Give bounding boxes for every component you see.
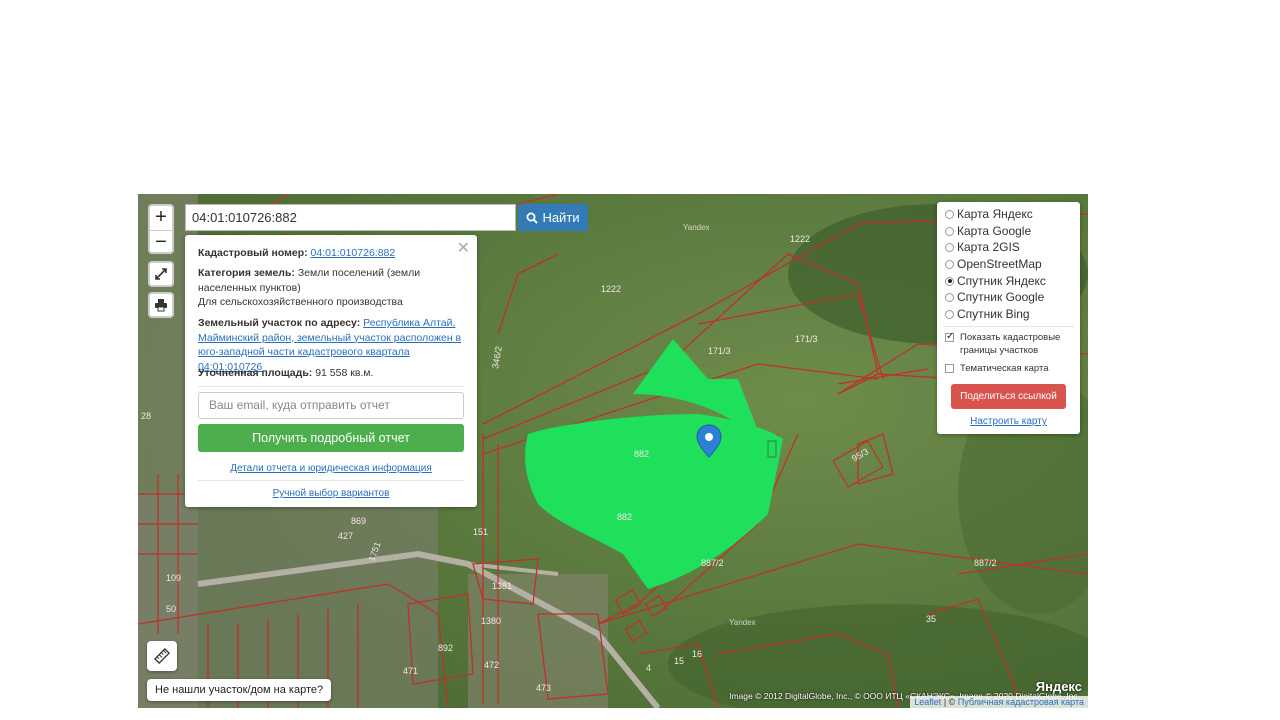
divider <box>198 480 464 481</box>
address-label: Земельный участок по адресу: <box>198 317 361 329</box>
layer-switcher: Карта Яндекс Карта Google Карта 2GIS Ope… <box>937 202 1080 434</box>
layer-option-osm[interactable]: OpenStreetMap <box>945 256 1042 272</box>
report-details-link[interactable]: Детали отчета и юридическая информация <box>185 463 477 474</box>
cadastral-number-label: Кадастровый номер: <box>198 247 308 259</box>
layer-option-label: Спутник Яндекс <box>957 274 1046 288</box>
checkbox-checked[interactable] <box>945 330 954 343</box>
parcel-label: 427 <box>338 531 353 541</box>
ruler-icon <box>154 648 170 664</box>
parcel-label: 887/2 <box>701 558 724 568</box>
radio-button[interactable] <box>945 226 954 236</box>
cadastral-map-link[interactable]: Публичная кадастровая карта <box>958 697 1084 707</box>
cadastral-number-link[interactable]: 04:01:010726:882 <box>311 247 396 259</box>
cadastral-search-input[interactable]: 04:01:010726:882 <box>185 204 516 231</box>
radio-button[interactable] <box>945 259 954 269</box>
zoom-control: + − <box>148 204 174 254</box>
layer-option-label: Карта Google <box>957 224 1032 238</box>
parcel-label: 28 <box>141 411 151 421</box>
thematic-map-toggle[interactable]: Тематическая карта <box>945 362 1048 375</box>
parcel-label: 4 <box>646 663 651 673</box>
show-borders-toggle[interactable]: Показать кадастровые границы участков <box>945 330 1080 357</box>
parcel-label: 151 <box>473 527 488 537</box>
parcel-label: 1380 <box>481 616 501 626</box>
layer-option-yandex-satellite[interactable]: Спутник Яндекс <box>945 273 1046 289</box>
map-watermark: Yandex <box>729 618 756 627</box>
radio-button[interactable] <box>945 209 954 219</box>
share-link-button[interactable]: Поделиться ссылкой <box>951 384 1066 409</box>
area-label: Уточненная площадь: <box>198 367 313 379</box>
map-watermark: Yandex <box>683 223 710 232</box>
layer-option-label: Карта Яндекс <box>957 207 1033 221</box>
thematic-map-label: Тематическая карта <box>960 363 1049 374</box>
search-button[interactable]: Найти <box>518 204 588 231</box>
checkbox[interactable] <box>945 364 954 373</box>
land-purpose-value: Для сельскохозяйственного производства <box>198 296 403 308</box>
configure-map-link[interactable]: Настроить карту <box>937 416 1080 427</box>
parcel-label: 15 <box>674 656 684 666</box>
map-container[interactable]: 1222 1222 171/3 171/3 346/2 882 882 95/3… <box>138 194 1088 708</box>
parcel-label: 472 <box>484 660 499 670</box>
layer-option-google-satellite[interactable]: Спутник Google <box>945 289 1044 305</box>
print-button[interactable] <box>148 292 174 318</box>
parcel-label: 171/3 <box>795 334 818 344</box>
attribution-bar: Leaflet | © Публичная кадастровая карта <box>910 696 1088 708</box>
parcel-label: 882 <box>617 512 632 522</box>
parcel-label: 109 <box>166 573 181 583</box>
radio-button-selected[interactable] <box>945 276 954 286</box>
land-category-row: Категория земель: Земли поселений (земли… <box>198 266 468 310</box>
parcel-label: 892 <box>438 643 453 653</box>
email-field[interactable]: Ваш email, куда отправить отчет <box>198 392 464 419</box>
parcel-label: 35 <box>926 614 936 624</box>
show-borders-label: Показать кадастровые границы участков <box>960 332 1061 356</box>
parcel-label: 50 <box>166 604 176 614</box>
parcel-label: 16 <box>692 649 702 659</box>
divider <box>943 326 1074 327</box>
radio-button[interactable] <box>945 242 954 252</box>
parcel-label: 171/3 <box>708 346 731 356</box>
parcel-info-popup: ✕ Кадастровый номер: 04:01:010726:882 Ка… <box>185 235 477 507</box>
search-icon <box>526 212 539 224</box>
radio-button[interactable] <box>945 292 954 302</box>
cadastral-number-row: Кадастровый номер: 04:01:010726:882 <box>198 246 468 261</box>
radio-button[interactable] <box>945 309 954 319</box>
layer-option-2gis-map[interactable]: Карта 2GIS <box>945 239 1020 255</box>
manual-selection-link[interactable]: Ручной выбор вариантов <box>185 488 477 499</box>
parcel-label: 869 <box>351 516 366 526</box>
search-button-label: Найти <box>542 210 580 225</box>
layer-option-label: Спутник Bing <box>957 307 1030 321</box>
leaflet-link[interactable]: Leaflet <box>914 697 941 707</box>
divider <box>198 386 464 387</box>
land-category-label: Категория земель: <box>198 267 295 279</box>
parcel-label: 1381 <box>492 581 512 591</box>
layer-option-label: Карта 2GIS <box>957 240 1020 254</box>
not-found-button[interactable]: Не нашли участок/дом на карте? <box>147 679 332 701</box>
layer-option-bing-satellite[interactable]: Спутник Bing <box>945 306 1030 322</box>
measure-button[interactable] <box>147 641 177 671</box>
get-report-button[interactable]: Получить подробный отчет <box>198 424 464 452</box>
layer-option-yandex-map[interactable]: Карта Яндекс <box>945 206 1033 222</box>
parcel-label: 471 <box>403 666 418 676</box>
layer-option-google-map[interactable]: Карта Google <box>945 223 1031 239</box>
parcel-label: 882 <box>634 449 649 459</box>
fullscreen-button[interactable] <box>148 261 174 287</box>
parcel-label: 473 <box>536 683 551 693</box>
layer-option-label: OpenStreetMap <box>957 257 1042 271</box>
zoom-in-button[interactable]: + <box>150 206 172 230</box>
area-value: 91 558 кв.м. <box>315 367 374 379</box>
parcel-label: 1222 <box>790 234 810 244</box>
expand-icon <box>155 268 167 280</box>
zoom-out-button[interactable]: − <box>150 230 172 255</box>
layer-option-label: Спутник Google <box>957 290 1045 304</box>
parcel-label: 887/2 <box>974 558 997 568</box>
area-row: Уточненная площадь: 91 558 кв.м. <box>198 366 468 381</box>
print-icon <box>155 299 167 312</box>
parcel-label: 1222 <box>601 284 621 294</box>
